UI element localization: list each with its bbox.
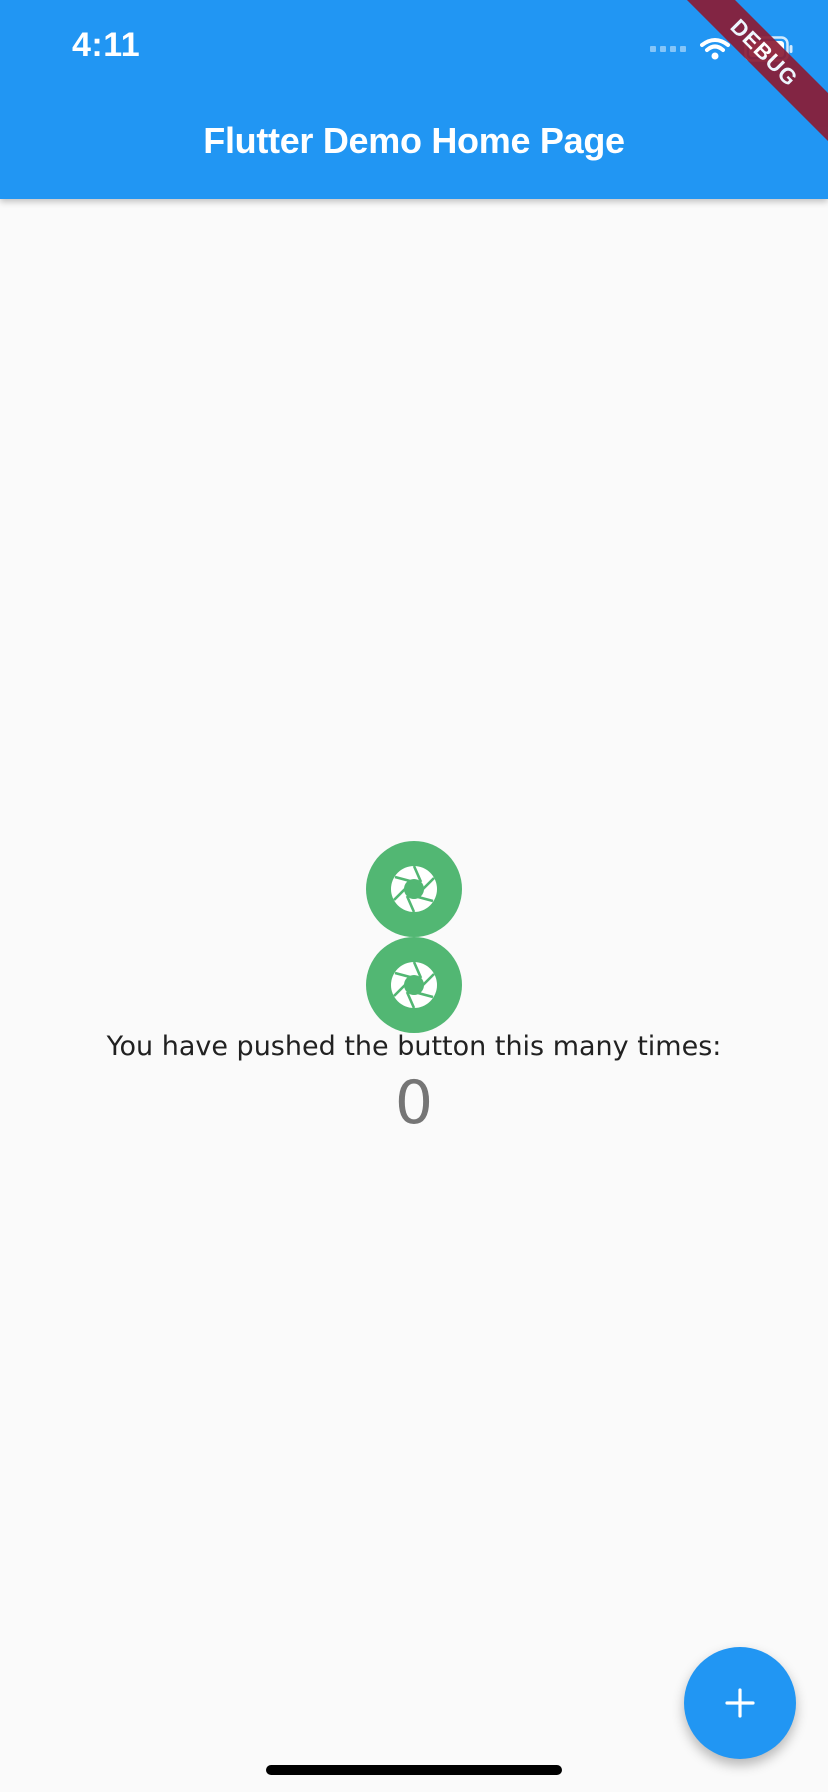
home-indicator[interactable] — [266, 1765, 562, 1775]
increment-fab[interactable] — [684, 1647, 796, 1759]
app-screen: 4:11 Flutter Demo Home Page DEBUG You ha… — [0, 0, 828, 1792]
camera-shutter-icon — [366, 937, 462, 1033]
wifi-icon — [700, 38, 730, 60]
status-time: 4:11 — [72, 26, 141, 64]
add-icon — [725, 1688, 755, 1718]
page-title: Flutter Demo Home Page — [203, 120, 625, 161]
signal-dots-icon — [650, 46, 686, 52]
counter-label: You have pushed the button this many tim… — [106, 1031, 722, 1062]
camera-shutter-icon — [366, 841, 462, 937]
app-bar: 4:11 Flutter Demo Home Page — [0, 0, 828, 199]
counter-value: 0 — [394, 1068, 434, 1138]
